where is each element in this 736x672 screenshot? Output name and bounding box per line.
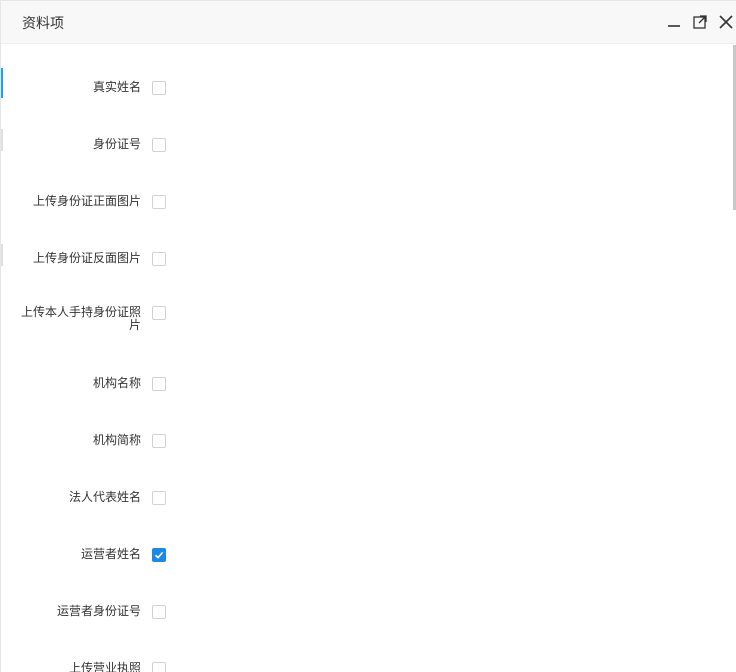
- field-label: 上传本人手持身份证照片: [21, 305, 142, 332]
- minimize-icon[interactable]: [665, 13, 683, 31]
- field-label: 机构名称: [92, 376, 141, 390]
- field-checkbox[interactable]: [152, 138, 166, 152]
- field-checkbox[interactable]: [152, 195, 166, 209]
- field-label: 运营者身份证号: [56, 604, 141, 618]
- field-label: 上传营业执照: [68, 661, 141, 672]
- field-label: 运营者姓名: [80, 547, 141, 561]
- field-checkbox[interactable]: [152, 605, 166, 619]
- field-checkbox[interactable]: [152, 662, 166, 672]
- field-label: 上传身份证反面图片: [32, 251, 141, 265]
- field-label: 身份证号: [92, 137, 141, 151]
- field-label: 机构简称: [92, 433, 141, 447]
- field-checkbox[interactable]: [152, 491, 166, 505]
- field-label: 真实姓名: [92, 80, 141, 94]
- close-icon[interactable]: [717, 13, 735, 31]
- field-label: 法人代表姓名: [68, 490, 141, 504]
- dialog-window: 资料项 真实姓名身份证号上传身份证正面图片 上传身份证反面图片上传本人手持身份证照…: [0, 0, 736, 672]
- field-checkbox[interactable]: [152, 306, 166, 320]
- dialog-titlebar[interactable]: 资料项: [1, 1, 736, 44]
- form-content: 真实姓名身份证号上传身份证正面图片 上传身份证反面图片上传本人手持身份证照片机构名…: [1, 45, 734, 672]
- field-checkbox[interactable]: [152, 548, 166, 562]
- maximize-icon[interactable]: [691, 13, 709, 31]
- field-checkbox[interactable]: [152, 377, 166, 391]
- dialog-title: 资料项: [22, 16, 64, 32]
- checkmark-icon: [154, 551, 164, 559]
- field-checkbox[interactable]: [152, 81, 166, 95]
- field-checkbox[interactable]: [152, 434, 166, 448]
- field-label: 上传身份证正面图片: [32, 194, 141, 208]
- field-checkbox[interactable]: [152, 252, 166, 266]
